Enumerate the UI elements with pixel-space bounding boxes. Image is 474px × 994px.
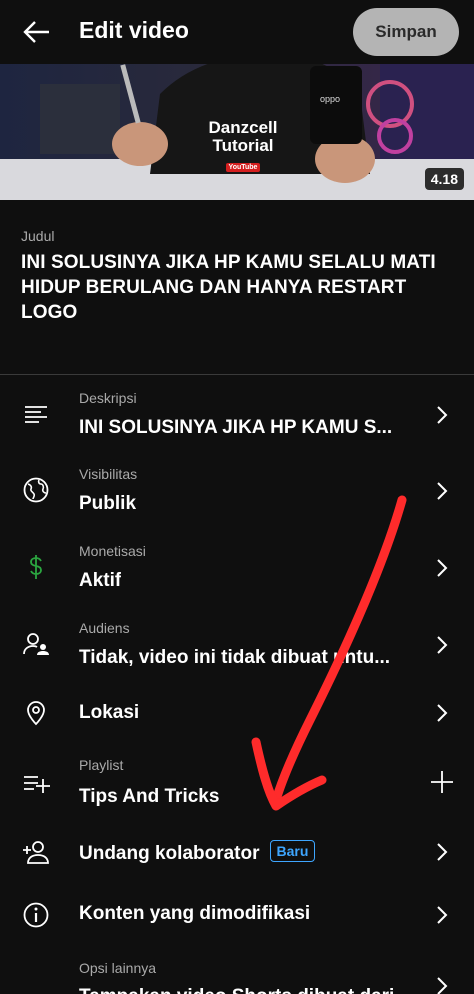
visibility-row[interactable]: Visibilitas Publik [0, 461, 474, 523]
description-label: Deskripsi [79, 390, 137, 406]
duration-badge: 4.18 [424, 168, 464, 190]
audience-row[interactable]: Audiens Tidak, video ini tidak dibuat un… [0, 615, 474, 677]
playlist-row[interactable]: Playlist Tips And Tricks [0, 754, 474, 816]
location-pin-icon [22, 698, 50, 726]
visibility-value: Publik [79, 493, 137, 514]
back-arrow-icon[interactable] [22, 18, 52, 46]
add-person-icon [22, 838, 50, 866]
monetization-value: Aktif [79, 570, 122, 591]
phone-brand-text: oppo [320, 94, 341, 104]
monetization-row[interactable]: Monetisasi Aktif [0, 538, 474, 600]
chevron-right-icon [432, 840, 452, 864]
chevron-right-icon [432, 974, 452, 994]
location-row[interactable]: Lokasi [0, 692, 474, 736]
video-thumbnail[interactable]: Danzcell Tutorial YouTube oppo 4.18 [0, 64, 474, 200]
info-icon [22, 901, 50, 929]
location-value: Lokasi [79, 702, 140, 723]
shirt-logo-text: Danzcell Tutorial YouTube [208, 118, 278, 172]
save-button[interactable]: Simpan [353, 8, 459, 56]
divider [0, 374, 474, 375]
audience-label: Audiens [79, 620, 130, 636]
more-options-row[interactable]: Opsi lainnya Tampakan video Shorts dibua… [0, 958, 474, 994]
collaborator-value: Undang kolaborator Baru [79, 840, 316, 865]
chevron-right-icon [432, 633, 452, 657]
description-row[interactable]: Deskripsi INI SOLUSINYA JIKA HP KAMU S..… [0, 385, 474, 447]
visibility-label: Visibilitas [79, 466, 138, 482]
modified-content-value: Konten yang dimodifikasi [79, 903, 311, 924]
chevron-right-icon [432, 479, 452, 503]
add-playlist-button[interactable] [428, 768, 456, 796]
more-options-label: Opsi lainnya [79, 960, 157, 976]
playlist-value: Tips And Tricks [79, 786, 220, 807]
more-options-value: Tampakan video Shorts dibuat dari [79, 986, 394, 994]
title-value: INI SOLUSINYA JIKA HP KAMU SELALU MATI H… [21, 252, 436, 323]
globe-icon [22, 476, 50, 504]
chevron-right-icon [432, 701, 452, 725]
description-value: INI SOLUSINYA JIKA HP KAMU S... [79, 417, 393, 438]
chevron-right-icon [432, 556, 452, 580]
title-label: Judul [21, 228, 55, 244]
top-bar: Edit video Simpan [0, 0, 474, 64]
monetization-label: Monetisasi [79, 543, 146, 559]
audience-icon [22, 630, 50, 658]
audience-value: Tidak, video ini tidak dibuat untu... [79, 647, 391, 668]
new-badge: Baru [269, 840, 316, 862]
playlist-label: Playlist [79, 757, 124, 773]
chevron-right-icon [432, 903, 452, 927]
playlist-add-icon [22, 769, 50, 797]
description-icon [22, 400, 50, 428]
title-field[interactable]: Judul INI SOLUSINYA JIKA HP KAMU SELALU … [21, 228, 441, 325]
page-title: Edit video [79, 17, 189, 43]
dollar-icon [22, 553, 50, 581]
chevron-right-icon [432, 403, 452, 427]
collaborator-row[interactable]: Undang kolaborator Baru [0, 830, 474, 874]
modified-content-row[interactable]: Konten yang dimodifikasi [0, 893, 474, 937]
